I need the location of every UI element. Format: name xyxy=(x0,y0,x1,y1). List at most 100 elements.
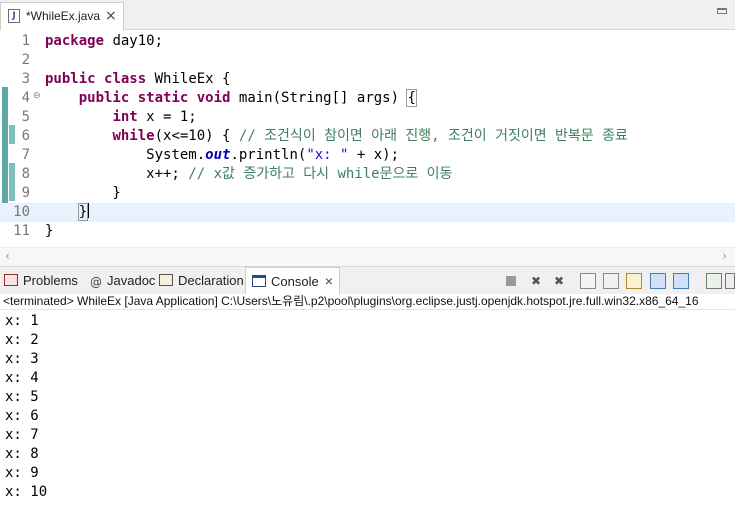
show-console-on-error-icon[interactable] xyxy=(673,273,689,289)
code-token: "x: " xyxy=(306,147,349,163)
text-cursor xyxy=(88,203,90,218)
line-number: 9 xyxy=(21,185,30,201)
code-token: System. xyxy=(45,147,206,163)
editor-tab-whileex[interactable]: J *WhileEx.java × xyxy=(0,2,124,30)
code-token: void xyxy=(196,90,231,106)
line-number: 2 xyxy=(21,52,30,68)
console-output-line: x: 9 xyxy=(5,465,39,481)
code-token: package xyxy=(45,33,105,49)
code-line[interactable]: 3 public class WhileEx { xyxy=(0,70,735,89)
code-text: x++; // x값 증가하고 다시 while문으로 이동 xyxy=(45,165,452,184)
code-line[interactable]: 5 int x = 1; xyxy=(0,108,735,127)
console-icon xyxy=(252,275,266,287)
code-text: package day10; xyxy=(45,32,163,51)
code-text: int x = 1; xyxy=(45,108,197,127)
java-file-icon: J xyxy=(8,9,20,23)
show-console-on-output-icon[interactable] xyxy=(650,273,666,289)
pin-console-icon[interactable] xyxy=(706,273,722,289)
code-line[interactable]: 10 } xyxy=(0,203,735,222)
code-token: { xyxy=(406,89,417,107)
declaration-icon xyxy=(159,274,173,286)
line-number: 8 xyxy=(21,166,30,182)
console-output-line: x: 6 xyxy=(5,408,39,424)
console-output-line: x: 5 xyxy=(5,389,39,405)
console-output-line: x: 8 xyxy=(5,446,39,462)
line-number: 7 xyxy=(21,147,30,163)
code-line[interactable]: 6 while(x<=10) { // 조건식이 참이면 아래 진행, 조건이 … xyxy=(0,127,735,146)
code-token: x = 1; xyxy=(137,109,197,125)
console-status: <terminated> WhileEx [Java Application] … xyxy=(0,294,735,310)
code-line[interactable]: 9 } xyxy=(0,184,735,203)
minimize-icon[interactable] xyxy=(717,8,727,14)
code-token: int xyxy=(112,109,138,125)
remove-launch-icon[interactable]: ✖ xyxy=(528,273,544,289)
line-number: 6 xyxy=(21,128,30,144)
view-tab-bar: Problems @ Javadoc Declaration Console × ✖… xyxy=(0,266,735,294)
close-icon[interactable]: × xyxy=(105,8,117,24)
tab-problems[interactable]: Problems xyxy=(4,267,78,294)
terminate-icon[interactable] xyxy=(506,276,516,286)
code-token: while xyxy=(112,128,155,144)
code-token: day10; xyxy=(104,33,164,49)
console-output-line: x: 3 xyxy=(5,351,39,367)
code-token: static xyxy=(137,90,189,106)
close-icon[interactable]: × xyxy=(325,273,333,289)
code-token: + x); xyxy=(348,147,400,163)
clear-console-icon[interactable] xyxy=(580,273,596,289)
line-number: 4 xyxy=(21,90,30,106)
code-token: public xyxy=(78,90,130,106)
code-token: WhileEx { xyxy=(146,71,231,87)
code-line[interactable]: 2 xyxy=(0,51,735,70)
code-token: // x값 증가하고 다시 while문으로 이동 xyxy=(188,166,453,182)
tab-declaration-label: Declaration xyxy=(178,273,244,288)
code-token: x++; xyxy=(45,166,189,182)
code-text: System.out.println("x: " + x); xyxy=(45,146,399,165)
scroll-lock-icon[interactable] xyxy=(603,273,619,289)
console-output-line: x: 7 xyxy=(5,427,39,443)
code-line[interactable]: 8 x++; // x값 증가하고 다시 while문으로 이동 xyxy=(0,165,735,184)
tab-console-label: Console xyxy=(271,274,319,289)
line-number: 10 xyxy=(13,204,30,220)
line-number: 11 xyxy=(13,223,30,239)
word-wrap-icon[interactable] xyxy=(626,273,642,289)
code-text: public class WhileEx { xyxy=(45,70,230,89)
fold-collapse-icon[interactable]: ⊖ xyxy=(33,91,41,101)
code-editor[interactable]: 1 package day10; 2 3 public class WhileEx {4… xyxy=(0,30,735,266)
tab-problems-label: Problems xyxy=(23,273,78,288)
javadoc-icon: @ xyxy=(90,275,102,289)
code-token: main(String[] args) xyxy=(230,90,408,106)
code-token: } xyxy=(45,223,54,239)
console-output-line: x: 2 xyxy=(5,332,39,348)
code-line[interactable]: 4 ⊖ public static void main(String[] args… xyxy=(0,89,735,108)
code-line[interactable]: 11} xyxy=(0,222,735,241)
code-token: } xyxy=(77,203,89,221)
console-output-line: x: 10 xyxy=(5,484,48,500)
horizontal-scrollbar[interactable]: ‹ › xyxy=(0,247,735,266)
code-text: public static void main(String[] args) { xyxy=(45,89,417,108)
scroll-left-icon[interactable]: ‹ xyxy=(5,249,10,263)
editor-tab-label: *WhileEx.java xyxy=(26,9,101,23)
code-token: } xyxy=(45,185,121,201)
remove-all-terminated-icon[interactable]: ✖ xyxy=(551,273,567,289)
editor-tab-bar: J *WhileEx.java × xyxy=(0,0,735,30)
code-line[interactable]: 7 System.out.println("x: " + x); xyxy=(0,146,735,165)
tab-javadoc[interactable]: @ Javadoc xyxy=(90,267,155,294)
tab-console[interactable]: Console × xyxy=(245,267,340,294)
display-selected-console-icon[interactable] xyxy=(725,273,735,289)
code-line[interactable]: 1 package day10; xyxy=(0,32,735,51)
tab-declaration[interactable]: Declaration xyxy=(159,267,244,294)
code-token: class xyxy=(104,71,147,87)
line-number: 5 xyxy=(21,109,30,125)
console-output-line: x: 4 xyxy=(5,370,39,386)
line-number: 3 xyxy=(21,71,30,87)
scroll-right-icon[interactable]: › xyxy=(722,249,727,263)
line-number: 1 xyxy=(21,33,30,49)
console-output[interactable]: x: 1 x: 2 x: 3 x: 4 x: 5 x: 6 x: 7 x: 8 x: 9 x: 1… xyxy=(0,312,735,510)
tab-javadoc-label: Javadoc xyxy=(107,273,156,288)
